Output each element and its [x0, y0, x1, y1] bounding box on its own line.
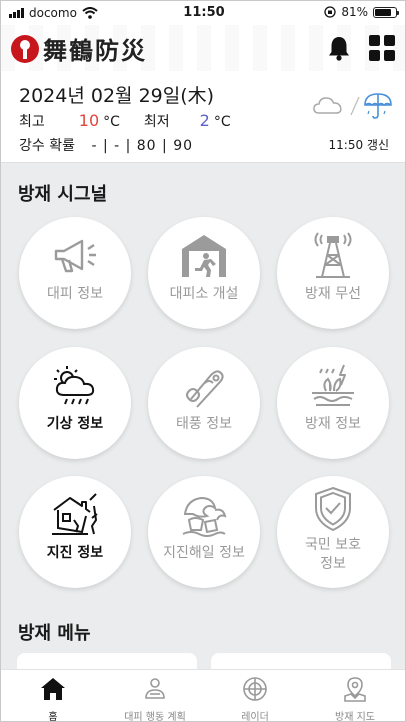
map-pin-icon	[344, 677, 366, 702]
radar-icon	[243, 677, 267, 701]
bell-icon[interactable]	[327, 35, 351, 61]
weather-date: 2024년 02월 29일(木)	[19, 85, 215, 107]
signal-label: 국민 보호 정보	[277, 536, 389, 574]
nav-disaster-map[interactable]: 방재 지도	[305, 670, 405, 722]
section-title-menu: 방재 메뉴	[18, 623, 91, 644]
shelter-icon	[182, 235, 226, 277]
app-logo[interactable]: 舞鶴防災	[11, 31, 147, 66]
umbrella-icon	[364, 93, 392, 119]
low-temp-unit: °C	[213, 114, 231, 130]
signal-label-line1: 국민 보호	[305, 537, 361, 553]
radio-tower-icon	[314, 232, 352, 278]
app-screen: docomo 11:50 81% 舞鶴防災 2024년 02월 29일(木) 최…	[0, 0, 406, 722]
app-header: 舞鶴防災	[1, 25, 405, 71]
precip-values: - | - | 80 | 90	[91, 138, 194, 154]
nav-label: 대피 행동 계획	[124, 712, 186, 722]
nav-home[interactable]: 홈	[3, 670, 103, 722]
signal-evacuation-info[interactable]: 대피 정보	[19, 217, 131, 329]
grid-menu-icon[interactable]	[369, 35, 395, 61]
signal-earthquake-info[interactable]: 지진 정보	[19, 476, 131, 588]
nav-label: 레이더	[241, 712, 269, 722]
signal-label: 지진 정보	[46, 545, 104, 561]
logo-text: 舞鶴防災	[43, 36, 147, 65]
shield-check-icon	[315, 486, 351, 532]
signal-shelter-open[interactable]: 대피소 개설	[148, 217, 260, 329]
temperature-row: 최고 10 °C 최저 2 °C	[19, 111, 231, 131]
signal-weather-info[interactable]: 기상 정보	[19, 347, 131, 459]
section-title-signals: 방재 시그널	[18, 184, 108, 205]
earthquake-house-icon	[52, 493, 98, 535]
battery-fill	[375, 8, 392, 16]
weather-updated: 11:50 갱신	[328, 138, 389, 152]
high-temp-label: 최고	[19, 114, 45, 130]
signal-label: 지진해일 정보	[163, 545, 245, 561]
signal-disaster-info[interactable]: 방재 정보	[277, 347, 389, 459]
bottom-nav: 홈 대피 행동 계획 레이더 방재 지도	[1, 669, 405, 722]
precip-label: 강수 확률	[19, 138, 75, 154]
home-icon	[41, 678, 65, 700]
high-temp-unit: °C	[103, 114, 120, 130]
signal-tsunami-info[interactable]: 지진해일 정보	[148, 476, 260, 588]
nav-radar[interactable]: 레이더	[205, 670, 305, 722]
signal-label: 기상 정보	[46, 416, 104, 432]
signal-disaster-radio[interactable]: 방재 무선	[277, 217, 389, 329]
signal-label: 방재 정보	[305, 416, 361, 432]
nav-label: 홈	[48, 712, 58, 722]
nav-evacuation-plan[interactable]: 대피 행동 계획	[105, 670, 205, 722]
logo-emblem-icon	[11, 34, 39, 63]
nav-label: 방재 지도	[335, 712, 375, 722]
precip-row: 강수 확률 - | - | 80 | 90	[19, 135, 193, 155]
weather-forecast-icons	[313, 93, 392, 119]
megaphone-icon	[54, 239, 96, 273]
weather-storm-icon	[54, 366, 95, 405]
disaster-flood-icon	[312, 364, 354, 406]
signal-label: 대피 정보	[47, 286, 103, 302]
weather-panel: 2024년 02월 29일(木) 최고 10 °C 최저 2 °C 강수 확률 …	[1, 71, 405, 163]
signal-civil-protection[interactable]: 국민 보호 정보	[277, 476, 389, 588]
cloud-icon	[313, 97, 342, 114]
signal-label: 태풍 정보	[176, 416, 232, 432]
battery-percent: 81%	[341, 5, 368, 19]
evacuation-plan-icon	[145, 678, 165, 699]
typhoon-icon	[186, 370, 224, 408]
orientation-lock-icon	[324, 6, 336, 18]
status-bar: docomo 11:50 81%	[1, 1, 405, 25]
signal-label: 대피소 개설	[169, 286, 239, 302]
low-temp-label: 최저	[143, 114, 170, 130]
status-right: 81%	[324, 5, 399, 19]
signal-label-line2: 정보	[320, 556, 346, 572]
battery-icon	[373, 6, 399, 18]
low-temp-value: 2	[199, 111, 210, 130]
signal-typhoon-info[interactable]: 태풍 정보	[148, 347, 260, 459]
signal-label: 방재 무선	[305, 286, 361, 302]
high-temp-value: 10	[78, 111, 100, 130]
tsunami-icon	[182, 496, 227, 537]
